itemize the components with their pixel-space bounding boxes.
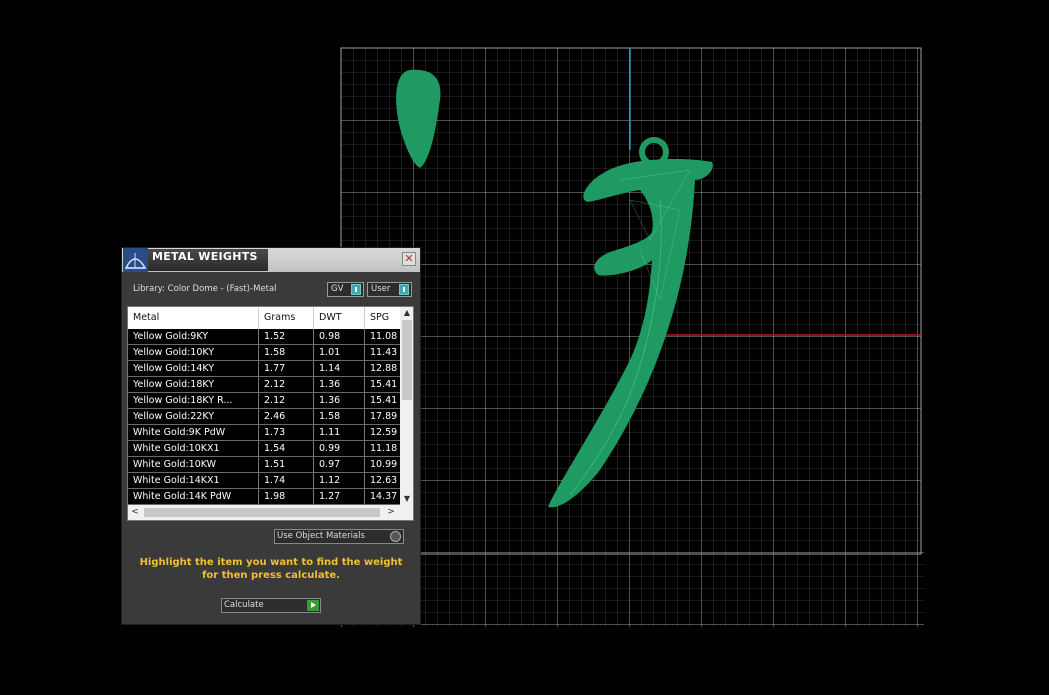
scroll-right-icon[interactable]: >	[384, 505, 398, 520]
metal-table[interactable]: Metal Grams DWT SPG Yellow Gold:9KY 1.52 0…	[127, 306, 414, 521]
radio-icon	[390, 531, 401, 542]
table-row[interactable]: Yellow Gold:22KY 2.46 1.58 17.89	[128, 409, 401, 425]
dwt-cell: 1.36	[314, 377, 365, 392]
table-header: Metal Grams DWT SPG	[128, 307, 401, 329]
spg-cell: 11.08	[365, 329, 401, 344]
spg-cell: 12.63	[365, 473, 401, 488]
dwt-cell: 0.99	[314, 441, 365, 456]
dwt-cell: 1.36	[314, 393, 365, 408]
spg-cell: 12.59	[365, 425, 401, 440]
table-row[interactable]: White Gold:14KX1 1.74 1.12 12.63	[128, 473, 401, 489]
play-arrow-icon	[307, 600, 319, 611]
metal-weights-panel: METAL WEIGHTS ✕ Library: Color Dome - (F…	[121, 247, 421, 625]
scroll-down-icon[interactable]: ▼	[400, 493, 413, 505]
calculate-button[interactable]: Calculate	[221, 598, 321, 613]
instruction-text: Highlight the item you want to find the …	[139, 557, 403, 581]
metal-cell: Yellow Gold:18KY R...	[128, 393, 259, 408]
grams-cell: 1.58	[259, 345, 314, 360]
table-row[interactable]: White Gold:10KX1 1.54 0.99 11.18	[128, 441, 401, 457]
table-row[interactable]: Yellow Gold:18KY 2.12 1.36 15.41	[128, 377, 401, 393]
column-header-grams[interactable]: Grams	[259, 307, 314, 329]
grams-cell: 1.98	[259, 489, 314, 504]
metal-cell: Yellow Gold:10KY	[128, 345, 259, 360]
metal-cell: Yellow Gold:9KY	[128, 329, 259, 344]
vertical-scrollbar[interactable]: ▲ ▼	[400, 307, 413, 505]
vertical-scroll-thumb[interactable]	[402, 320, 412, 400]
metal-cell: Yellow Gold:18KY	[128, 377, 259, 392]
dwt-cell: 1.27	[314, 489, 365, 504]
table-row[interactable]: White Gold:14K PdW 1.98 1.27 14.37	[128, 489, 401, 505]
grams-cell: 1.73	[259, 425, 314, 440]
panel-titlebar[interactable]: METAL WEIGHTS ✕	[122, 248, 420, 272]
toggle-knob-icon	[399, 284, 409, 295]
spg-cell: 11.43	[365, 345, 401, 360]
spg-cell: 17.89	[365, 409, 401, 424]
gv-toggle[interactable]: GV	[327, 282, 364, 297]
table-row[interactable]: Yellow Gold:10KY 1.58 1.01 11.43	[128, 345, 401, 361]
calculate-label: Calculate	[224, 600, 264, 610]
grams-cell: 2.12	[259, 393, 314, 408]
horizontal-scroll-thumb[interactable]	[144, 508, 380, 517]
panel-title: METAL WEIGHTS	[152, 250, 258, 263]
dome-logo-icon	[123, 248, 148, 272]
library-label: Library: Color Dome - (Fast)-Metal	[133, 284, 277, 294]
spg-cell: 10.99	[365, 457, 401, 472]
dwt-cell: 0.97	[314, 457, 365, 472]
grams-cell: 1.52	[259, 329, 314, 344]
use-object-materials-label: Use Object Materials	[277, 531, 365, 541]
metal-cell: Yellow Gold:22KY	[128, 409, 259, 424]
scroll-left-icon[interactable]: <	[128, 505, 142, 520]
grams-cell: 1.77	[259, 361, 314, 376]
table-row[interactable]: Yellow Gold:9KY 1.52 0.98 11.08	[128, 329, 401, 345]
gv-toggle-label: GV	[331, 284, 344, 294]
grams-cell: 1.51	[259, 457, 314, 472]
grams-cell: 1.54	[259, 441, 314, 456]
spg-cell: 12.88	[365, 361, 401, 376]
metal-cell: White Gold:14KX1	[128, 473, 259, 488]
table-row[interactable]: White Gold:9K PdW 1.73 1.11 12.59	[128, 425, 401, 441]
table-row[interactable]: Yellow Gold:18KY R... 2.12 1.36 15.41	[128, 393, 401, 409]
grams-cell: 1.74	[259, 473, 314, 488]
dwt-cell: 1.58	[314, 409, 365, 424]
close-icon: ✕	[404, 252, 414, 265]
user-toggle-label: User	[371, 284, 391, 294]
column-header-dwt[interactable]: DWT	[314, 307, 365, 329]
dwt-cell: 0.98	[314, 329, 365, 344]
metal-cell: White Gold:10KW	[128, 457, 259, 472]
metal-cell: White Gold:10KX1	[128, 441, 259, 456]
grams-cell: 2.12	[259, 377, 314, 392]
toggle-knob-icon	[351, 284, 361, 295]
close-button[interactable]: ✕	[402, 252, 416, 266]
spg-cell: 11.18	[365, 441, 401, 456]
horizontal-scrollbar[interactable]: < >	[128, 505, 413, 520]
user-toggle[interactable]: User	[367, 282, 412, 297]
column-header-spg[interactable]: SPG	[365, 307, 401, 329]
metal-cell: White Gold:14K PdW	[128, 489, 259, 504]
spg-cell: 15.41	[365, 377, 401, 392]
dwt-cell: 1.14	[314, 361, 365, 376]
spg-cell: 14.37	[365, 489, 401, 504]
column-header-metal[interactable]: Metal	[128, 307, 259, 329]
metal-cell: White Gold:9K PdW	[128, 425, 259, 440]
dwt-cell: 1.11	[314, 425, 365, 440]
table-row[interactable]: Yellow Gold:14KY 1.77 1.14 12.88	[128, 361, 401, 377]
dwt-cell: 1.12	[314, 473, 365, 488]
table-row[interactable]: White Gold:10KW 1.51 0.97 10.99	[128, 457, 401, 473]
spg-cell: 15.41	[365, 393, 401, 408]
dwt-cell: 1.01	[314, 345, 365, 360]
metal-cell: Yellow Gold:14KY	[128, 361, 259, 376]
title-area: METAL WEIGHTS	[148, 249, 268, 271]
table-body: Yellow Gold:9KY 1.52 0.98 11.08 Yellow Gold…	[128, 329, 401, 505]
scroll-up-icon[interactable]: ▲	[400, 307, 413, 319]
use-object-materials-toggle[interactable]: Use Object Materials	[274, 529, 404, 544]
grams-cell: 2.46	[259, 409, 314, 424]
